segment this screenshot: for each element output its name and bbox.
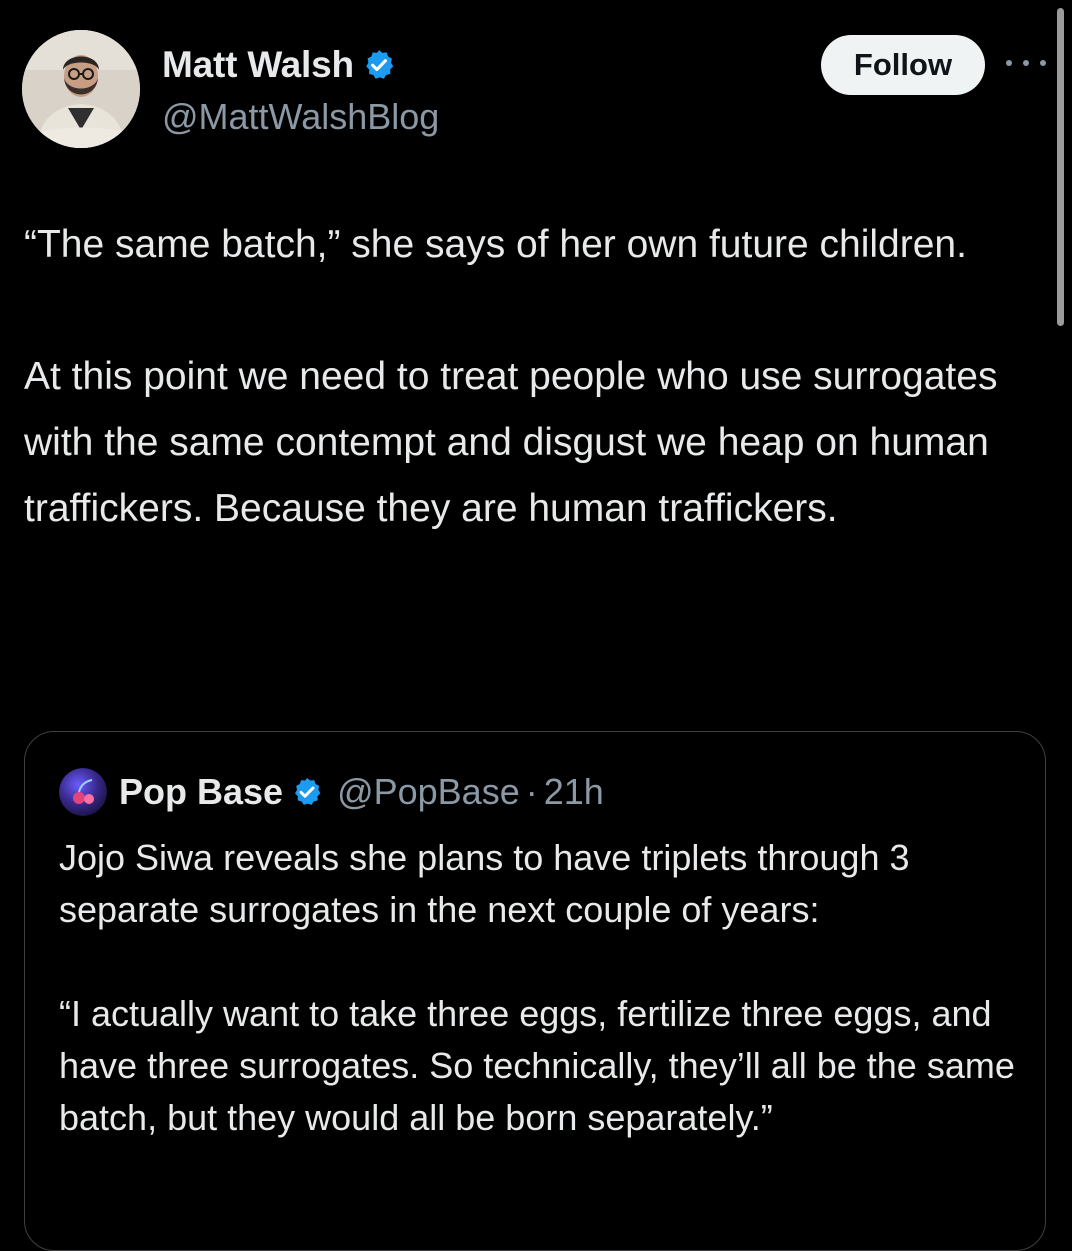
post-header: Matt Walsh @MattWalshBlog Follow [22,30,1046,150]
author-name-row: Matt Walsh [162,44,396,86]
post-paragraph: “The same batch,” she says of her own fu… [24,223,967,266]
author-name[interactable]: Matt Walsh [162,44,354,86]
more-horizontal-icon[interactable] [1006,48,1046,78]
quoted-post-paragraph: Jojo Siwa reveals she plans to have trip… [59,837,910,930]
quoted-post-header: Pop Base @PopBase · 21h [59,768,604,816]
follow-button[interactable]: Follow [821,35,985,95]
scrollbar[interactable] [1057,8,1064,326]
post-text: “The same batch,” she says of her own fu… [24,212,1034,542]
quoted-post-timestamp[interactable]: 21h [544,771,604,813]
quoted-author-handle[interactable]: @PopBase [337,771,520,813]
verified-badge-icon [291,776,323,808]
quoted-post-text: Jojo Siwa reveals she plans to have trip… [59,832,1019,1144]
verified-badge-icon [362,48,396,82]
quoted-post-paragraph: “I actually want to take three eggs, fer… [59,993,1015,1138]
quoted-author-name[interactable]: Pop Base [119,771,283,813]
quoted-author-avatar[interactable] [59,768,107,816]
quoted-post-card[interactable]: Pop Base @PopBase · 21h Jojo Siwa reveal… [24,731,1046,1251]
post-paragraph: At this point we need to treat people wh… [24,355,998,530]
author-avatar[interactable] [22,30,140,148]
separator-dot: · [525,771,538,812]
author-handle[interactable]: @MattWalshBlog [162,96,439,138]
